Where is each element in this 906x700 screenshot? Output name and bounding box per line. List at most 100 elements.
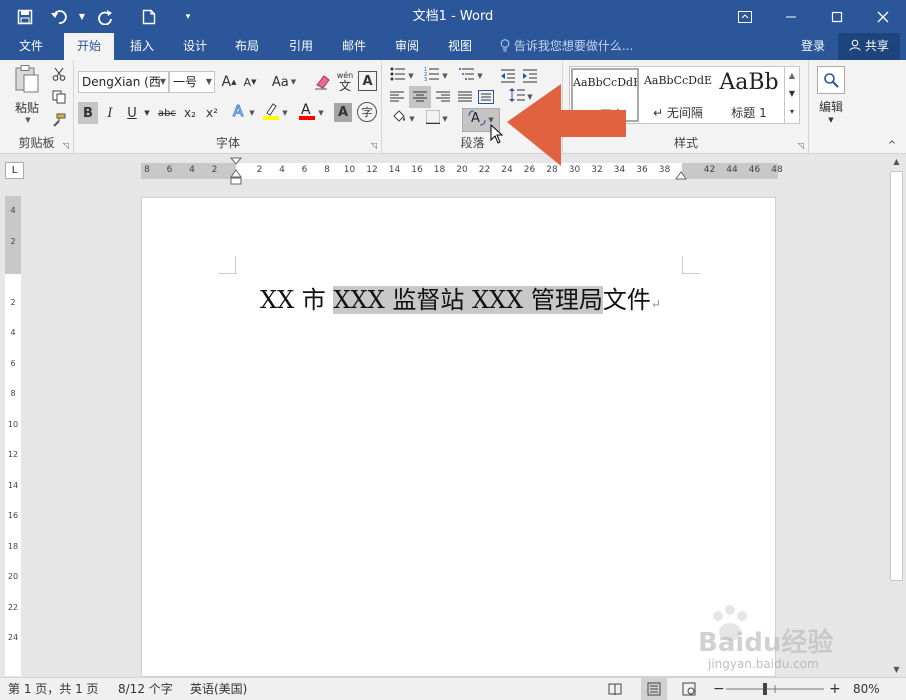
document-title-line[interactable]: XX 市 XXX 监督站 XXX 管理局文件↵ — [260, 282, 661, 322]
distributed-icon[interactable] — [476, 86, 496, 108]
font-group: DengXian (西 ▼ 一号 ▼ A ▲ A ▼ Aa ▼ wén 文 A B I U… — [75, 60, 382, 154]
format-painter-icon[interactable] — [49, 110, 69, 130]
justify-icon[interactable] — [455, 86, 475, 108]
editing-dropdown-icon[interactable]: ▼ — [824, 114, 838, 126]
cut-icon[interactable] — [49, 64, 69, 84]
svg-text:3: 3 — [424, 77, 427, 81]
tell-me-box[interactable]: 告诉我您想要做什么... — [500, 33, 633, 60]
tab-references[interactable]: 引用 — [279, 33, 323, 60]
tab-home[interactable]: 开始 — [64, 33, 114, 60]
bold-button[interactable]: B — [78, 102, 98, 124]
align-right-icon[interactable] — [433, 86, 453, 108]
character-shading-button[interactable]: A — [334, 103, 352, 122]
maximize-icon[interactable] — [814, 0, 860, 33]
close-icon[interactable] — [860, 0, 906, 33]
zoom-level[interactable]: 80% — [853, 678, 880, 700]
vertical-ruler[interactable]: 4 2 2 4 6 8 10 12 14 16 18 20 22 24 — [5, 196, 21, 676]
tab-review[interactable]: 审阅 — [385, 33, 429, 60]
selected-text: XXX 监督站 XXX 管理局 — [333, 286, 603, 314]
document-page[interactable]: XX 市 XXX 监督站 XXX 管理局文件↵ — [141, 197, 776, 677]
tab-design[interactable]: 设计 — [173, 33, 217, 60]
share-button[interactable]: 共享 — [838, 33, 900, 60]
tab-layout[interactable]: 布局 — [225, 33, 269, 60]
page-count[interactable]: 第 1 页，共 1 页 — [8, 678, 99, 700]
right-indent-marker[interactable] — [675, 169, 687, 181]
status-bar: 第 1 页，共 1 页 8/12 个字 英语(美国) − + 80% — [0, 677, 906, 700]
underline-button[interactable]: U — [122, 102, 142, 124]
read-mode-icon[interactable] — [608, 678, 626, 700]
gallery-scroll: ▲ ▼ ▾ — [784, 67, 799, 123]
clipboard-launcher-icon[interactable]: ◹ — [63, 141, 69, 150]
vertical-scrollbar[interactable]: ▲ ▼ — [887, 155, 906, 677]
web-layout-icon[interactable] — [682, 678, 700, 700]
borders-button[interactable]: ▼ — [421, 108, 453, 130]
editing-button[interactable]: 编辑 — [813, 98, 849, 114]
minimize-icon[interactable] — [768, 0, 814, 33]
svg-text:A: A — [471, 111, 480, 126]
shrink-font-icon[interactable]: A ▼ — [241, 71, 259, 93]
ribbon-display-options-icon[interactable] — [722, 0, 768, 33]
print-layout-icon[interactable] — [641, 678, 667, 700]
align-center-icon[interactable] — [409, 86, 431, 108]
styles-launcher-icon[interactable]: ◹ — [798, 141, 804, 150]
ruler-number: 46 — [748, 165, 761, 175]
paste-dropdown-icon[interactable]: ▼ — [25, 116, 30, 124]
enclose-characters-button[interactable]: 字 — [357, 102, 377, 122]
strikethrough-button[interactable]: abc — [155, 102, 179, 124]
ribbon-home: 粘贴 ▼ 剪贴板 ◹ DengXian (西 ▼ 一号 ▼ A ▲ A ▼ Aa ▼ wé… — [0, 60, 906, 154]
underline-dropdown-icon[interactable]: ▼ — [142, 102, 152, 124]
ruler-number: 12 — [366, 165, 378, 175]
chevron-down-icon: ▼ — [290, 78, 297, 86]
bullets-button[interactable]: ▼ — [387, 65, 417, 87]
indent-markers[interactable] — [230, 157, 242, 187]
editing-group: 编辑 ▼ — [810, 60, 856, 154]
shading-button[interactable]: ▼ — [387, 108, 419, 130]
zoom-in-button[interactable]: + — [829, 678, 841, 700]
grow-font-icon[interactable]: A ▲ — [220, 71, 238, 93]
style-heading-1-name: 标题 1 — [731, 106, 767, 120]
text-highlight-button[interactable]: ▼ — [261, 102, 289, 124]
font-size-value: 一号 — [173, 75, 198, 89]
zoom-slider[interactable] — [726, 678, 824, 700]
font-name-combo[interactable]: DengXian (西 ▼ — [78, 71, 169, 93]
tab-mailings[interactable]: 邮件 — [332, 33, 376, 60]
font-launcher-icon[interactable]: ◹ — [371, 141, 377, 150]
font-size-combo[interactable]: 一号 ▼ — [169, 71, 215, 93]
numbering-button[interactable]: 1 2 3 ▼ — [421, 65, 451, 87]
tab-file[interactable]: 文件 — [8, 33, 54, 60]
scroll-up-icon[interactable]: ▲ — [887, 155, 906, 169]
font-color-button[interactable]: A ▼ — [297, 102, 325, 124]
subscript-button[interactable]: x₂ — [180, 102, 200, 124]
ruler-number: 8 — [324, 165, 330, 175]
tab-selector[interactable]: L — [5, 162, 24, 179]
collapse-ribbon-icon[interactable]: ^ — [884, 138, 900, 152]
change-case-button[interactable]: Aa ▼ — [269, 71, 299, 93]
multilevel-list-button[interactable]: ▼ — [455, 65, 487, 87]
text-effects-button[interactable]: A ▼ — [231, 102, 255, 124]
copy-icon[interactable] — [49, 87, 69, 107]
superscript-button[interactable]: x² — [202, 102, 222, 124]
paste-button[interactable]: 粘贴 ▼ — [10, 65, 44, 124]
search-icon[interactable] — [817, 66, 845, 94]
gallery-more-icon[interactable]: ▾ — [785, 103, 799, 121]
word-count[interactable]: 8/12 个字 — [118, 678, 173, 700]
character-border-icon[interactable]: A — [358, 71, 377, 91]
align-left-icon[interactable] — [387, 86, 407, 108]
tab-insert[interactable]: 插入 — [120, 33, 164, 60]
italic-button[interactable]: I — [100, 102, 120, 124]
clear-formatting-icon[interactable] — [311, 70, 333, 94]
gallery-up-icon[interactable]: ▲ — [785, 67, 799, 85]
style-no-spacing[interactable]: AaBbCcDdE ↵ 无间隔 — [642, 68, 714, 122]
horizontal-ruler[interactable]: 8 6 4 2 2 4 6 8 10 12 14 16 18 20 22 24 26 28 30 32 34 36 38 42… — [141, 157, 783, 185]
chevron-down-icon: ▼ — [442, 72, 448, 80]
phonetic-guide-button[interactable]: wén 文 — [334, 68, 356, 94]
scroll-down-icon[interactable]: ▼ — [887, 663, 906, 677]
scroll-thumb[interactable] — [890, 171, 903, 581]
sign-in-link[interactable]: 登录 — [801, 33, 825, 60]
person-icon — [849, 39, 865, 53]
gallery-down-icon[interactable]: ▼ — [785, 85, 799, 103]
tab-view[interactable]: 视图 — [438, 33, 482, 60]
language-indicator[interactable]: 英语(美国) — [190, 678, 247, 700]
zoom-out-button[interactable]: − — [713, 678, 725, 700]
style-heading-1[interactable]: AaBb 标题 1 — [716, 68, 782, 122]
